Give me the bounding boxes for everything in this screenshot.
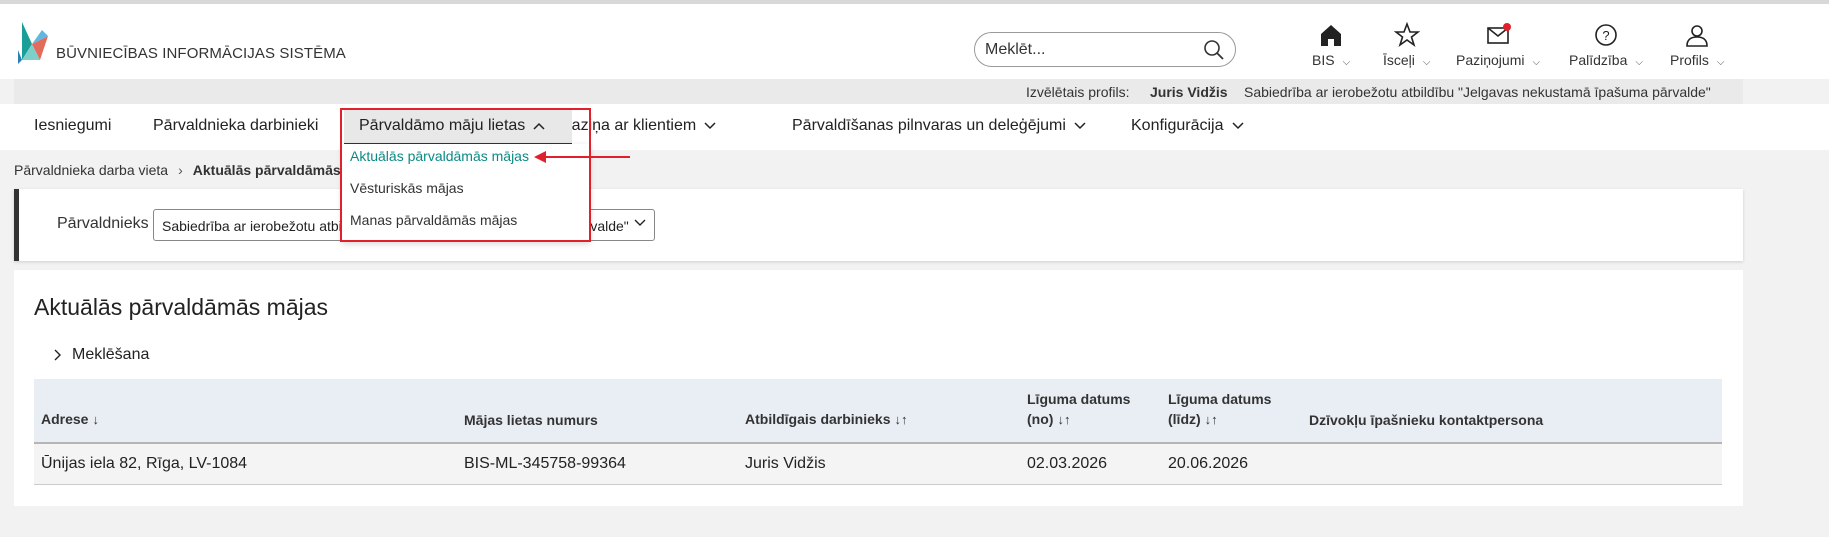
topnav-help[interactable]: ? Palīdzība ⌵: [1569, 22, 1643, 68]
topnav-shortcuts[interactable]: Īsceļi ⌵: [1383, 22, 1431, 68]
cell-employee: Juris Vidžis: [738, 443, 1020, 485]
column-header-case-number: Mājas lietas numurs: [457, 379, 738, 444]
breadcrumb-root[interactable]: Pārvaldnieka darba vieta: [14, 162, 168, 178]
column-header-contact-label: Dzīvokļu īpašnieku kontaktpersona: [1309, 412, 1544, 428]
cell-contact: [1302, 443, 1722, 485]
chevron-down-icon: ⌵: [1342, 57, 1351, 68]
nav-authorizations-label: Pārvaldīšanas pilnvaras un deleģējumi: [792, 117, 1066, 134]
search-toggle-label: Meklēšana: [72, 346, 150, 363]
page-title: Aktuālās pārvaldāmās mājas: [34, 294, 329, 320]
search-box[interactable]: [974, 32, 1236, 67]
sort-desc-icon[interactable]: ↓: [92, 412, 99, 427]
column-header-address-label: Adrese: [41, 411, 89, 427]
topnav-notifications[interactable]: Paziņojumi ⌵: [1456, 22, 1540, 68]
main-navigation: Iesniegumi Pārvaldnieka darbinieki Saziņ…: [0, 104, 1829, 150]
topnav-help-label: Palīdzība: [1569, 52, 1628, 68]
chevron-down-icon: [1074, 122, 1086, 130]
dropdown-item-current-houses[interactable]: Aktuālās pārvaldāmās mājas: [350, 148, 529, 164]
filter-panel: Pārvaldnieks Sabiedrība ar ierobežotu at…: [14, 189, 1743, 261]
app-header: BŪVNIECĪBAS INFORMĀCIJAS SISTĒMA BIS ⌵ Īs…: [0, 4, 1829, 79]
cell-date-from: 02.03.2026: [1020, 443, 1161, 485]
column-header-employee[interactable]: Atbildīgais darbinieks ↓↑: [738, 379, 1020, 444]
topnav-bis-label: BIS: [1312, 52, 1335, 68]
column-header-employee-label: Atbildīgais darbinieks: [745, 411, 891, 427]
managed-houses-table: Adrese ↓ Mājas lietas numurs Atbildīgais …: [34, 379, 1722, 485]
managed-houses-dropdown: Aktuālās pārvaldāmās mājas Vēsturiskās m…: [342, 144, 590, 242]
nav-managed-houses-label: Pārvaldāmo māju lietas: [359, 117, 526, 134]
bis-logo-icon: [18, 22, 48, 64]
app-title: BŪVNIECĪBAS INFORMĀCIJAS SISTĒMA: [56, 45, 346, 62]
star-icon: [1393, 22, 1420, 48]
chevron-down-icon: ⌵: [1635, 57, 1643, 68]
sort-icon[interactable]: ↓↑: [894, 412, 907, 427]
topnav-notifications-label: Paziņojumi: [1456, 52, 1525, 68]
cell-address[interactable]: Ūnijas iela 82, Rīga, LV-1084: [34, 443, 457, 485]
app-logo[interactable]: BŪVNIECĪBAS INFORMĀCIJAS SISTĒMA: [18, 22, 346, 64]
cell-date-to: 20.06.2026: [1161, 443, 1302, 485]
nav-configuration[interactable]: Konfigurācija: [1131, 117, 1244, 135]
selected-profile-bar: Izvēlētais profils: Juris Vidžis Sabiedr…: [14, 79, 1743, 104]
topnav-profile[interactable]: Profils ⌵: [1670, 22, 1725, 68]
breadcrumb: Pārvaldnieka darba vieta › Aktuālās pārv…: [14, 162, 384, 178]
selected-profile-name: Juris Vidžis: [1150, 84, 1228, 100]
chevron-down-icon: ⌵: [1532, 57, 1541, 68]
manager-filter-label: Pārvaldnieks: [57, 215, 149, 232]
chevron-right-icon: [54, 349, 61, 361]
selected-profile-label: Izvēlētais profils:: [1026, 84, 1130, 100]
cell-case-number: BIS-ML-345758-99364: [457, 443, 738, 485]
dropdown-item-historical-houses[interactable]: Vēsturiskās mājas: [350, 180, 464, 196]
chevron-down-icon: [634, 219, 646, 226]
table-header-row: Adrese ↓ Mājas lietas numurs Atbildīgais …: [34, 379, 1722, 444]
envelope-icon: [1487, 23, 1512, 44]
user-icon: [1686, 25, 1709, 47]
chevron-down-icon: ⌵: [1422, 57, 1431, 68]
topnav-profile-label: Profils: [1670, 52, 1709, 68]
search-toggle[interactable]: Meklēšana: [54, 346, 149, 364]
chevron-down-icon: [1231, 122, 1244, 130]
selected-profile-organization: Sabiedrība ar ierobežotu atbildību "Jelg…: [1244, 84, 1711, 100]
home-icon: [1321, 25, 1342, 46]
nav-managed-houses[interactable]: Pārvaldāmo māju lietas: [359, 117, 545, 135]
column-header-case-number-label: Mājas lietas numurs: [464, 412, 598, 428]
svg-text:?: ?: [1602, 28, 1609, 43]
topnav-bis[interactable]: BIS ⌵: [1312, 22, 1350, 68]
nav-submissions[interactable]: Iesniegumi: [34, 117, 111, 135]
chevron-down-icon: [704, 122, 716, 130]
nav-customer-communication-label: Saziņa ar klientiem: [561, 117, 697, 134]
sort-icon[interactable]: ↓↑: [1057, 412, 1070, 427]
nav-manager-employees[interactable]: Pārvaldnieka darbinieki: [153, 117, 318, 135]
column-header-date-to-label: Līguma datums (līdz): [1168, 391, 1272, 427]
chevron-down-icon: ⌵: [1716, 57, 1725, 68]
main-content: Aktuālās pārvaldāmās mājas Meklēšana Adr…: [14, 270, 1743, 506]
nav-configuration-label: Konfigurācija: [1131, 117, 1224, 134]
dropdown-item-my-houses[interactable]: Manas pārvaldāmās mājas: [350, 212, 517, 228]
topnav-shortcuts-label: Īsceļi: [1383, 52, 1415, 68]
sort-icon[interactable]: ↓↑: [1205, 412, 1218, 427]
column-header-date-from[interactable]: Līguma datums (no) ↓↑: [1020, 379, 1161, 444]
column-header-address[interactable]: Adrese ↓: [34, 379, 457, 444]
table-row[interactable]: Ūnijas iela 82, Rīga, LV-1084 BIS-ML-345…: [34, 443, 1722, 485]
search-input[interactable]: [985, 40, 1203, 59]
nav-authorizations[interactable]: Pārvaldīšanas pilnvaras un deleģējumi: [792, 117, 1086, 135]
search-icon[interactable]: [1203, 39, 1225, 61]
column-header-date-to[interactable]: Līguma datums (līdz) ↓↑: [1161, 379, 1302, 444]
column-header-date-from-label: Līguma datums (no): [1027, 391, 1131, 427]
nav-customer-communication[interactable]: Saziņa ar klientiem: [561, 117, 716, 135]
column-header-contact: Dzīvokļu īpašnieku kontaktpersona: [1302, 379, 1722, 444]
chevron-up-icon: [533, 122, 545, 130]
chevron-right-icon: ›: [178, 162, 183, 178]
help-icon: ?: [1595, 24, 1617, 46]
